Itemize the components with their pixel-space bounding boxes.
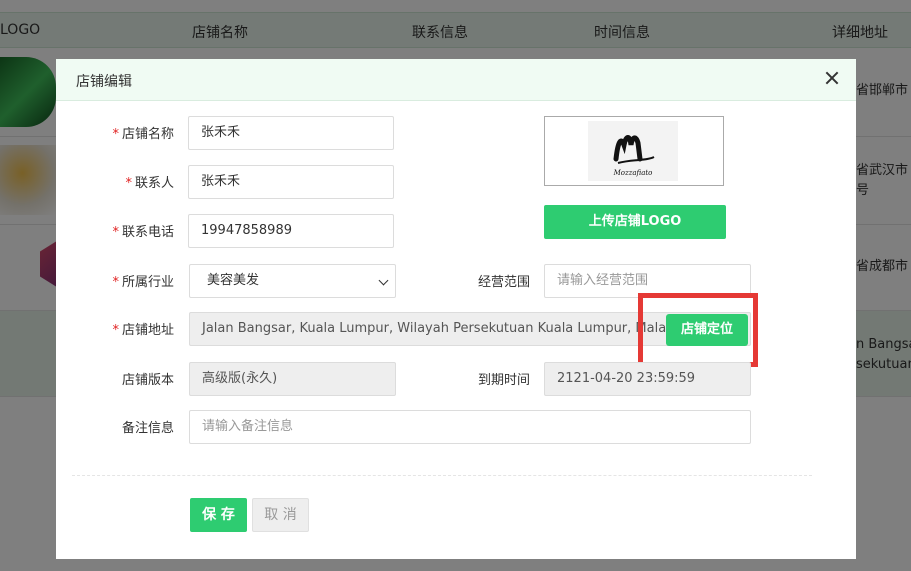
logo-text: Mozzafiato — [613, 169, 653, 177]
phone-input[interactable]: 19947858989 — [188, 214, 394, 248]
expiry-label: 到期时间 — [477, 373, 530, 388]
version-label: 店铺版本 — [121, 373, 174, 388]
industry-select[interactable]: 美容美发 — [189, 264, 396, 298]
shop-edit-dialog: 店铺编辑 * 店铺名称 张禾禾 * 联系人 张禾禾 * 联系电话 1994785898… — [56, 59, 856, 559]
version-input: 高级版(永久) — [189, 362, 396, 396]
logo-mark-icon: Mozzafiato — [613, 135, 655, 177]
close-icon[interactable] — [824, 70, 840, 86]
industry-selected-value: 美容美发 — [207, 273, 260, 288]
industry-label: * 所属行业 — [112, 275, 174, 290]
footer-divider — [72, 475, 812, 476]
logo-preview: Mozzafiato — [544, 116, 724, 186]
remark-input[interactable]: 请输入备注信息 — [189, 410, 751, 444]
dialog-header: 店铺编辑 — [56, 59, 856, 101]
highlight-annotation-box — [638, 293, 758, 367]
address-value: Jalan Bangsar, Kuala Lumpur, Wilayah Per… — [202, 321, 667, 336]
phone-label: * 联系电话 — [112, 225, 174, 240]
save-button[interactable]: 保 存 — [190, 498, 247, 532]
logo-image: Mozzafiato — [588, 121, 678, 181]
upload-logo-button[interactable]: 上传店铺LOGO — [544, 205, 726, 239]
cancel-button[interactable]: 取 消 — [252, 498, 309, 532]
dialog-title: 店铺编辑 — [76, 74, 132, 90]
contact-input[interactable]: 张禾禾 — [188, 165, 394, 199]
chevron-down-icon — [378, 275, 389, 286]
shop-name-input[interactable]: 张禾禾 — [188, 116, 394, 150]
remark-label: 备注信息 — [121, 421, 174, 436]
contact-label: * 联系人 — [125, 176, 174, 191]
address-label: * 店铺地址 — [112, 323, 174, 338]
scope-label: 经营范围 — [477, 275, 530, 290]
shop-name-label: * 店铺名称 — [112, 127, 174, 142]
expiry-input: 2121-04-20 23:59:59 — [544, 362, 751, 396]
